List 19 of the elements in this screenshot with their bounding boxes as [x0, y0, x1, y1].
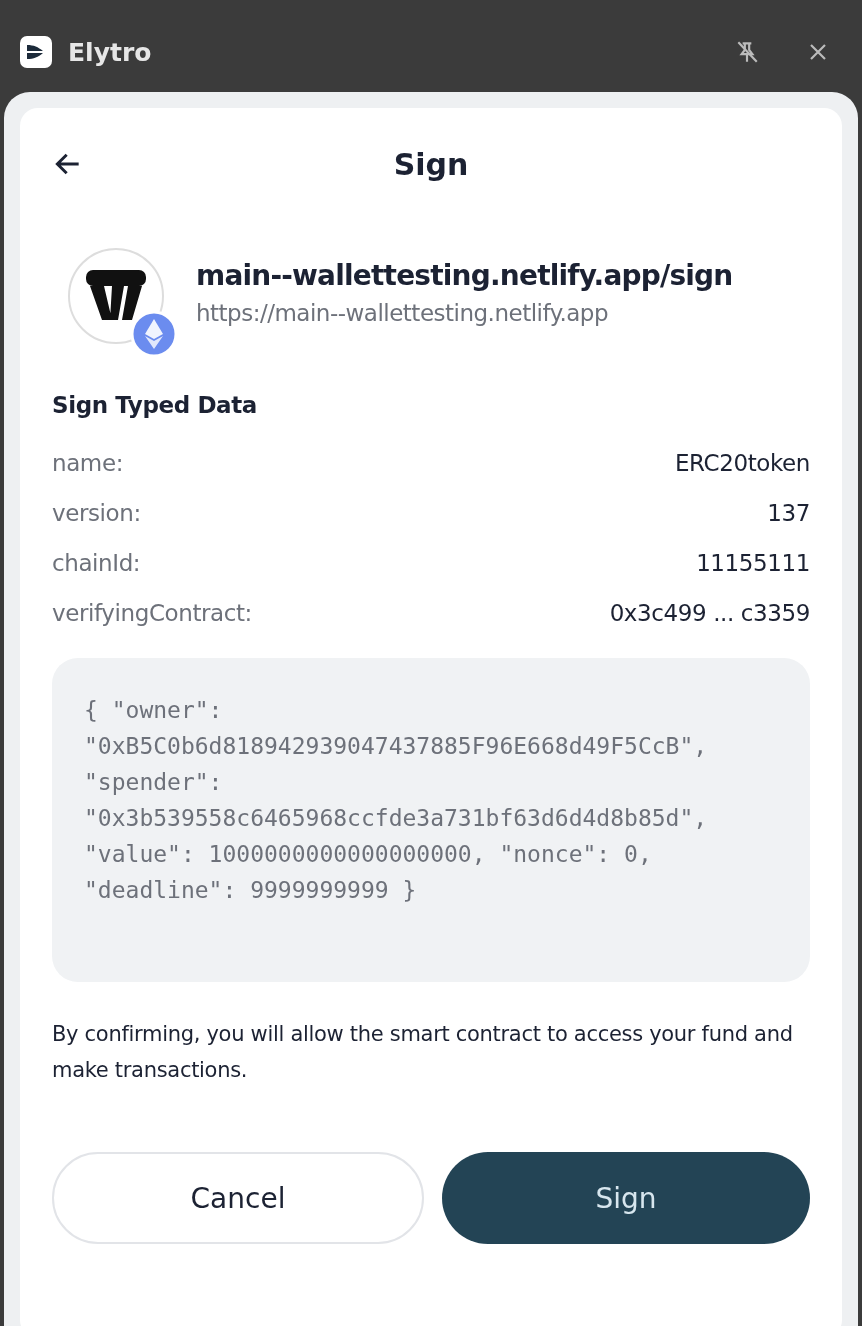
- page-title: Sign: [393, 146, 469, 182]
- ethereum-icon: [130, 310, 178, 358]
- field-label: name:: [52, 450, 123, 476]
- window-title: Elytro: [68, 37, 152, 67]
- site-url: https://main--wallettesting.netlify.app: [196, 299, 610, 326]
- field-label: verifyingContract:: [52, 600, 252, 626]
- field-label: version:: [52, 500, 141, 526]
- section-title: Sign Typed Data: [52, 392, 258, 418]
- app-logo-icon: [20, 36, 52, 68]
- cancel-button[interactable]: Cancel: [52, 1152, 424, 1244]
- field-value: 0x3c499 ... c3359: [609, 600, 810, 626]
- message-code-block: { "owner": "0xB5C0b6d818942939047437885F96E668d49F5CcB", "spender": "0x3b539558c6465968ccfde3a731bf63d6d4d8b85d", "value": 1000000000000000000, "nonce": 0, "deadline": 9999999999 }: [52, 658, 810, 982]
- site-title: main--wallettesting.netlify.app/sign: [196, 258, 733, 292]
- notice-text: By confirming, you will allow the smart contract to access your fund and make transactions.: [52, 1021, 794, 1084]
- field-value: 11155111: [696, 550, 810, 576]
- field-value: 137: [767, 500, 810, 526]
- field-value: ERC20token: [675, 450, 810, 476]
- sign-button[interactable]: Sign: [442, 1152, 810, 1244]
- field-label: chainId:: [52, 550, 141, 576]
